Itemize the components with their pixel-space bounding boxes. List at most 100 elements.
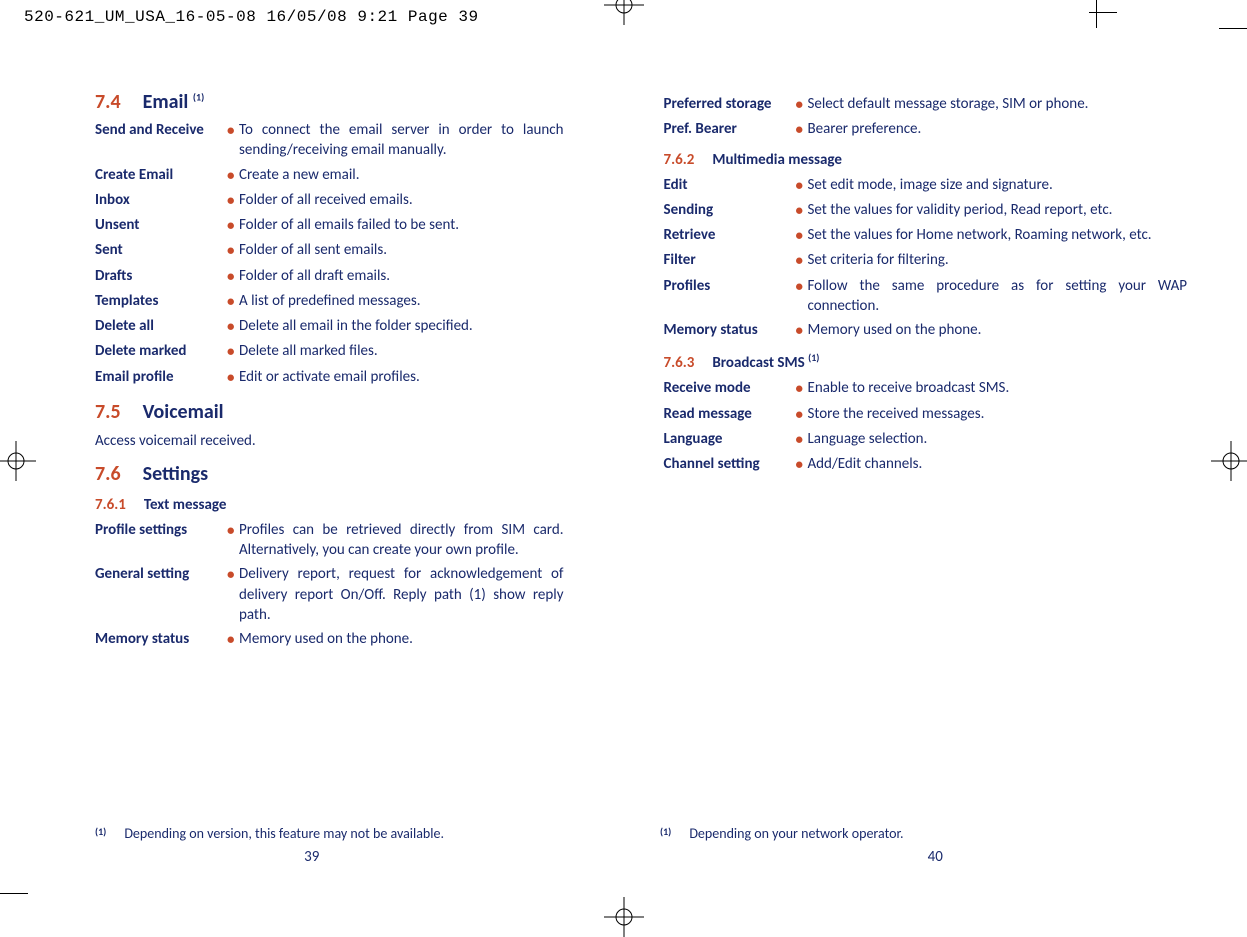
definition-row: Preferred storage•Select default message… (664, 94, 1188, 115)
definition-row: Unsent•Folder of all emails failed to be… (95, 215, 564, 236)
subsection-title: Broadcast SMS (1) (712, 351, 819, 372)
definition-label: Preferred storage (664, 94, 796, 114)
bullet-icon: • (227, 120, 239, 141)
definition-row: Delete all•Delete all email in the folde… (95, 316, 564, 337)
bullet-icon: • (227, 629, 239, 650)
definition-desc: Profiles can be retrieved directly from … (239, 520, 564, 561)
definition-desc: To connect the email server in order to … (239, 120, 564, 161)
definition-desc: Memory used on the phone. (808, 320, 1188, 340)
bullet-icon: • (227, 520, 239, 541)
bullet-icon: • (227, 165, 239, 186)
bullet-icon: • (227, 367, 239, 388)
section-7-6-3-head: 7.6.3 Broadcast SMS (1) (664, 351, 1188, 372)
definition-desc: Enable to receive broadcast SMS. (808, 378, 1188, 398)
definition-row: Filter•Set criteria for filtering. (664, 250, 1188, 271)
subsection-number: 7.6.1 (95, 496, 126, 514)
section-title: Voicemail (143, 400, 224, 424)
definition-row: Pref. Bearer•Bearer preference. (664, 119, 1188, 140)
definition-row: Profiles•Follow the same procedure as fo… (664, 276, 1188, 317)
bullet-icon: • (796, 94, 808, 115)
bullet-icon: • (796, 429, 808, 450)
definition-desc: Set the values for validity period, Read… (808, 200, 1188, 220)
crop-mark (1219, 28, 1247, 29)
definition-row: Delete marked•Delete all marked files. (95, 341, 564, 362)
section-7-6-1-head: 7.6.1 Text message (95, 496, 564, 514)
footnote-ref: (1) (193, 90, 204, 103)
footnote-mark: (1) (95, 825, 106, 842)
definition-desc: Set criteria for filtering. (808, 250, 1188, 270)
bullet-icon: • (796, 378, 808, 399)
section-7-6-2-head: 7.6.2 Multimedia message (664, 151, 1188, 169)
definition-label: Memory status (95, 629, 227, 649)
definition-desc: Select default message storage, SIM or p… (808, 94, 1188, 114)
bullet-icon: • (227, 266, 239, 287)
definition-row: Drafts•Folder of all draft emails. (95, 266, 564, 287)
definition-row: Channel setting•Add/Edit channels. (664, 454, 1188, 475)
bullet-icon: • (796, 276, 808, 297)
definition-row: Create Email•Create a new email. (95, 165, 564, 186)
bullet-icon: • (227, 341, 239, 362)
definition-label: Unsent (95, 215, 227, 235)
definition-label: Create Email (95, 165, 227, 185)
bullet-icon: • (227, 215, 239, 236)
section-number: 7.4 (95, 90, 121, 114)
definition-label: Email profile (95, 367, 227, 387)
definition-row: Memory status•Memory used on the phone. (95, 629, 564, 650)
definition-desc: Set edit mode, image size and signature. (808, 175, 1188, 195)
subsection-title: Text message (144, 496, 227, 514)
definition-row: Retrieve•Set the values for Home network… (664, 225, 1188, 246)
registration-mark-bottom (604, 897, 644, 937)
definition-row: Receive mode•Enable to receive broadcast… (664, 378, 1188, 399)
definition-label: Sent (95, 240, 227, 260)
definition-row: Language•Language selection. (664, 429, 1188, 450)
definition-desc: Language selection. (808, 429, 1188, 449)
definition-desc: Store the received messages. (808, 404, 1188, 424)
definition-label: Channel setting (664, 454, 796, 474)
subsection-title: Multimedia message (712, 151, 842, 169)
registration-mark-top (604, 0, 644, 25)
footnote-ref: (1) (808, 351, 819, 364)
definition-label: Delete all (95, 316, 227, 336)
definition-row: General setting•Delivery report, request… (95, 564, 564, 625)
crop-mark (0, 893, 28, 894)
subsection-number: 7.6.3 (664, 354, 695, 372)
definition-label: Retrieve (664, 225, 796, 245)
bullet-icon: • (796, 225, 808, 246)
section-number: 7.6 (95, 462, 121, 486)
section-title-text: Email (143, 90, 189, 114)
footnote-mark: (1) (660, 825, 671, 842)
definition-label: Pref. Bearer (664, 119, 796, 139)
definition-desc: Delivery report, request for acknowledge… (239, 564, 564, 625)
bullet-icon: • (227, 240, 239, 261)
definition-row: Inbox•Folder of all received emails. (95, 190, 564, 211)
crop-mark (1089, 12, 1117, 13)
definition-desc: Edit or activate email profiles. (239, 367, 564, 387)
section-title: Settings (143, 462, 208, 486)
bullet-icon: • (796, 200, 808, 221)
definition-label: Sending (664, 200, 796, 220)
section-7-5-text: Access voicemail received. (95, 432, 564, 450)
page-spread: 7.4 Email (1) Send and Receive•To connec… (0, 80, 1247, 654)
page-left: 7.4 Email (1) Send and Receive•To connec… (0, 80, 624, 654)
definition-label: Language (664, 429, 796, 449)
definition-desc: Folder of all sent emails. (239, 240, 564, 260)
definition-label: Profiles (664, 276, 796, 296)
section-title: Email (1) (143, 90, 205, 114)
footnote-text: Depending on version, this feature may n… (124, 825, 444, 842)
definition-desc: Bearer preference. (808, 119, 1188, 139)
footnote-left: (1) Depending on version, this feature m… (95, 825, 444, 842)
subsection-title-text: Broadcast SMS (712, 354, 804, 372)
section-7-6-head: 7.6 Settings (95, 462, 564, 486)
definition-desc: Memory used on the phone. (239, 629, 564, 649)
definition-row: Templates•A list of predefined messages. (95, 291, 564, 312)
page-right: Preferred storage•Select default message… (624, 80, 1247, 654)
definition-desc: Folder of all received emails. (239, 190, 564, 210)
definition-row: Email profile•Edit or activate email pro… (95, 367, 564, 388)
definition-label: Inbox (95, 190, 227, 210)
definition-label: Edit (664, 175, 796, 195)
bullet-icon: • (796, 454, 808, 475)
definition-label: Delete marked (95, 341, 227, 361)
bullet-icon: • (227, 316, 239, 337)
definition-desc: Delete all marked files. (239, 341, 564, 361)
definition-row: Memory status•Memory used on the phone. (664, 320, 1188, 341)
